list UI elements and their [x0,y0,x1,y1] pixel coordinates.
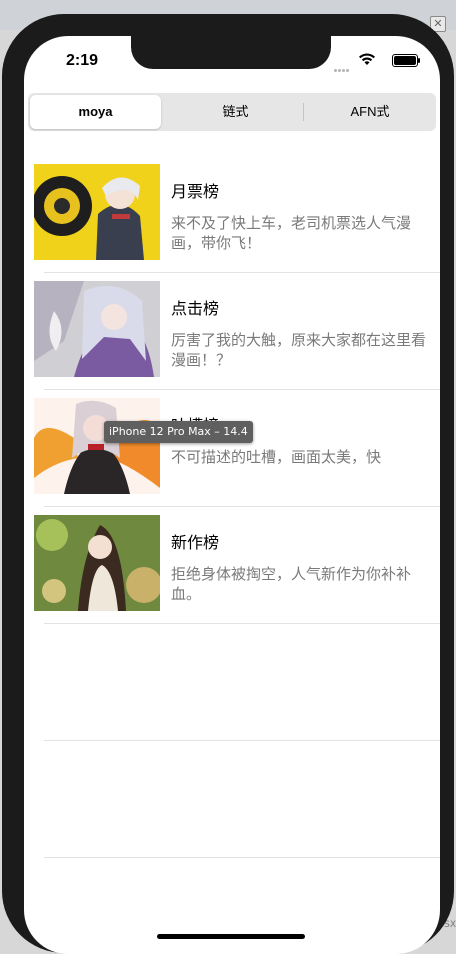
cover-image [34,515,160,611]
cover-image [34,398,160,494]
simulator-tooltip: iPhone 12 Pro Max – 14.4 [104,421,253,443]
list-item[interactable]: 吐槽榜 不可描述的吐槽，画面太美，快 [34,390,440,507]
empty-row [44,741,440,858]
phone-screen: 2:19 moya 链式 AFN式 月票榜 来不及了快上车，老司机票选人气漫画，… [24,36,440,954]
status-icons [328,53,420,72]
segment-afn[interactable]: AFN式 [304,93,436,131]
simulator-device-frame: 2:19 moya 链式 AFN式 月票榜 来不及了快上车，老司机票选人气漫画，… [2,14,454,954]
cover-image [34,164,160,260]
row-title: 新作榜 [171,535,220,552]
list-item[interactable]: 点击榜 厉害了我的大触，原来大家都在这里看漫画！？ [34,273,440,390]
wifi-icon [359,53,375,65]
row-subtitle: 来不及了快上车，老司机票选人气漫画，带你飞！ [171,215,412,252]
cover-image [34,281,160,377]
list-item[interactable]: 月票榜 来不及了快上车，老司机票选人气漫画，带你飞！ [34,156,440,273]
row-subtitle: 不可描述的吐槽，画面太美，快 [171,449,382,466]
home-indicator [157,934,305,939]
status-time: 2:19 [66,52,99,69]
device-notch [131,36,331,69]
list-item[interactable]: 新作榜 拒绝身体被掏空，人气新作为你补补血。 [34,507,440,624]
segment-moya[interactable]: moya [30,95,161,129]
battery-icon [392,54,420,67]
segmented-control: moya 链式 AFN式 [28,93,436,131]
row-subtitle: 拒绝身体被掏空，人气新作为你补补血。 [171,566,412,603]
row-subtitle: 厉害了我的大触，原来大家都在这里看漫画！？ [171,332,427,369]
cellular-signal-icon [334,59,352,72]
ranking-list: 月票榜 来不及了快上车，老司机票选人气漫画，带你飞！ 点击榜 厉害了我的大触，原… [24,156,440,858]
segment-chain[interactable]: 链式 [168,93,303,131]
row-title: 点击榜 [171,301,220,318]
empty-row [44,624,440,741]
row-title: 月票榜 [171,184,220,201]
